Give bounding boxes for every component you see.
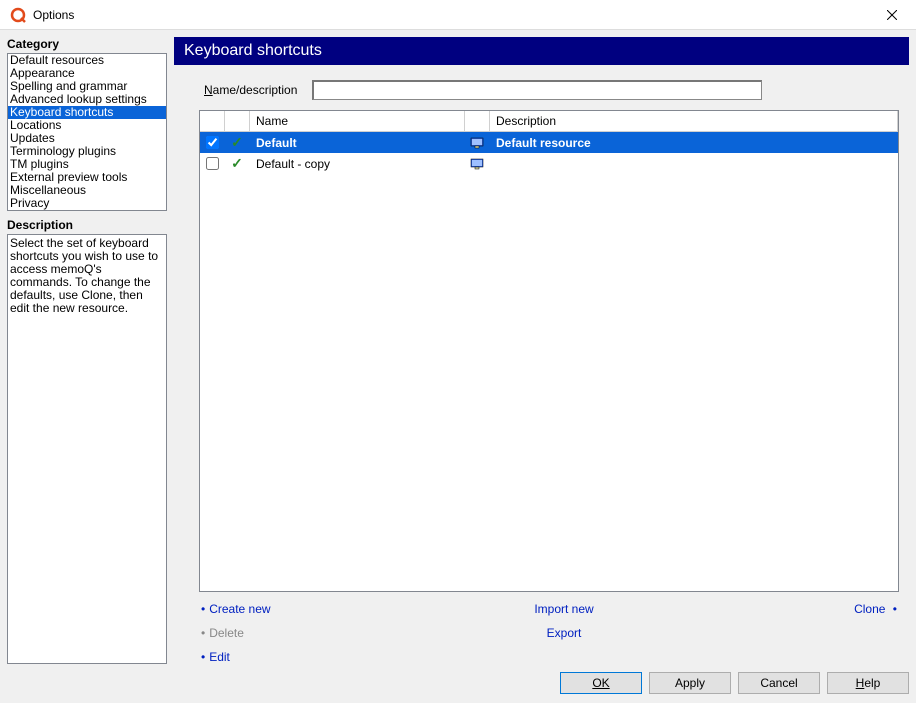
dialog-buttons: OK Apply Cancel Help (7, 664, 909, 696)
col-checkbox[interactable] (200, 111, 225, 131)
window-title: Options (33, 8, 869, 22)
row-description: Default resource (490, 132, 898, 153)
grid-header: Name Description (200, 111, 898, 132)
export-link[interactable]: Export (547, 626, 582, 640)
import-new-link[interactable]: Import new (534, 602, 593, 616)
apply-button[interactable]: Apply (649, 672, 731, 694)
search-row: Name/description (199, 80, 899, 100)
row-checkbox[interactable] (206, 157, 219, 170)
close-button[interactable] (869, 0, 914, 29)
row-description (490, 153, 898, 174)
search-input[interactable] (312, 80, 762, 100)
dialog-body: Category Default resourcesAppearanceSpel… (0, 30, 916, 703)
col-status[interactable] (225, 111, 250, 131)
titlebar: Options (0, 0, 916, 30)
row-name: Default - copy (250, 153, 465, 174)
cancel-button[interactable]: Cancel (738, 672, 820, 694)
category-label: Category (7, 37, 167, 51)
monitor-icon (465, 132, 490, 153)
checkmark-icon: ✓ (225, 153, 250, 174)
right-panel: Keyboard shortcuts Name/description Name… (174, 37, 909, 664)
category-item[interactable]: Privacy (8, 197, 166, 210)
shortcuts-grid: Name Description ✓Default Default resourc… (199, 110, 899, 592)
col-description-header[interactable]: Description (490, 111, 898, 131)
clone-link[interactable]: Clone (854, 602, 885, 616)
description-box: Select the set of keyboard shortcuts you… (7, 234, 167, 664)
table-row[interactable]: ✓Default - copy (200, 153, 898, 174)
grid-body: ✓DefaultDefault resource✓Default - copy (200, 132, 898, 591)
edit-link[interactable]: Edit (209, 650, 230, 664)
col-name-header[interactable]: Name (250, 111, 465, 131)
row-name: Default (250, 132, 465, 153)
category-list[interactable]: Default resourcesAppearanceSpelling and … (7, 53, 167, 211)
monitor-icon (465, 153, 490, 174)
page-title: Keyboard shortcuts (174, 37, 909, 65)
col-scope[interactable] (465, 111, 490, 131)
create-new-link[interactable]: Create new (209, 602, 270, 616)
description-label: Description (7, 218, 167, 232)
delete-link[interactable]: Delete (209, 626, 244, 640)
search-label: Name/description (204, 83, 297, 97)
help-button[interactable]: Help (827, 672, 909, 694)
app-icon (10, 7, 26, 23)
checkmark-icon: ✓ (225, 132, 250, 153)
table-row[interactable]: ✓Default Default resource (200, 132, 898, 153)
row-checkbox[interactable] (206, 136, 219, 149)
ok-button[interactable]: OK (560, 672, 642, 694)
left-panel: Category Default resourcesAppearanceSpel… (7, 37, 167, 664)
